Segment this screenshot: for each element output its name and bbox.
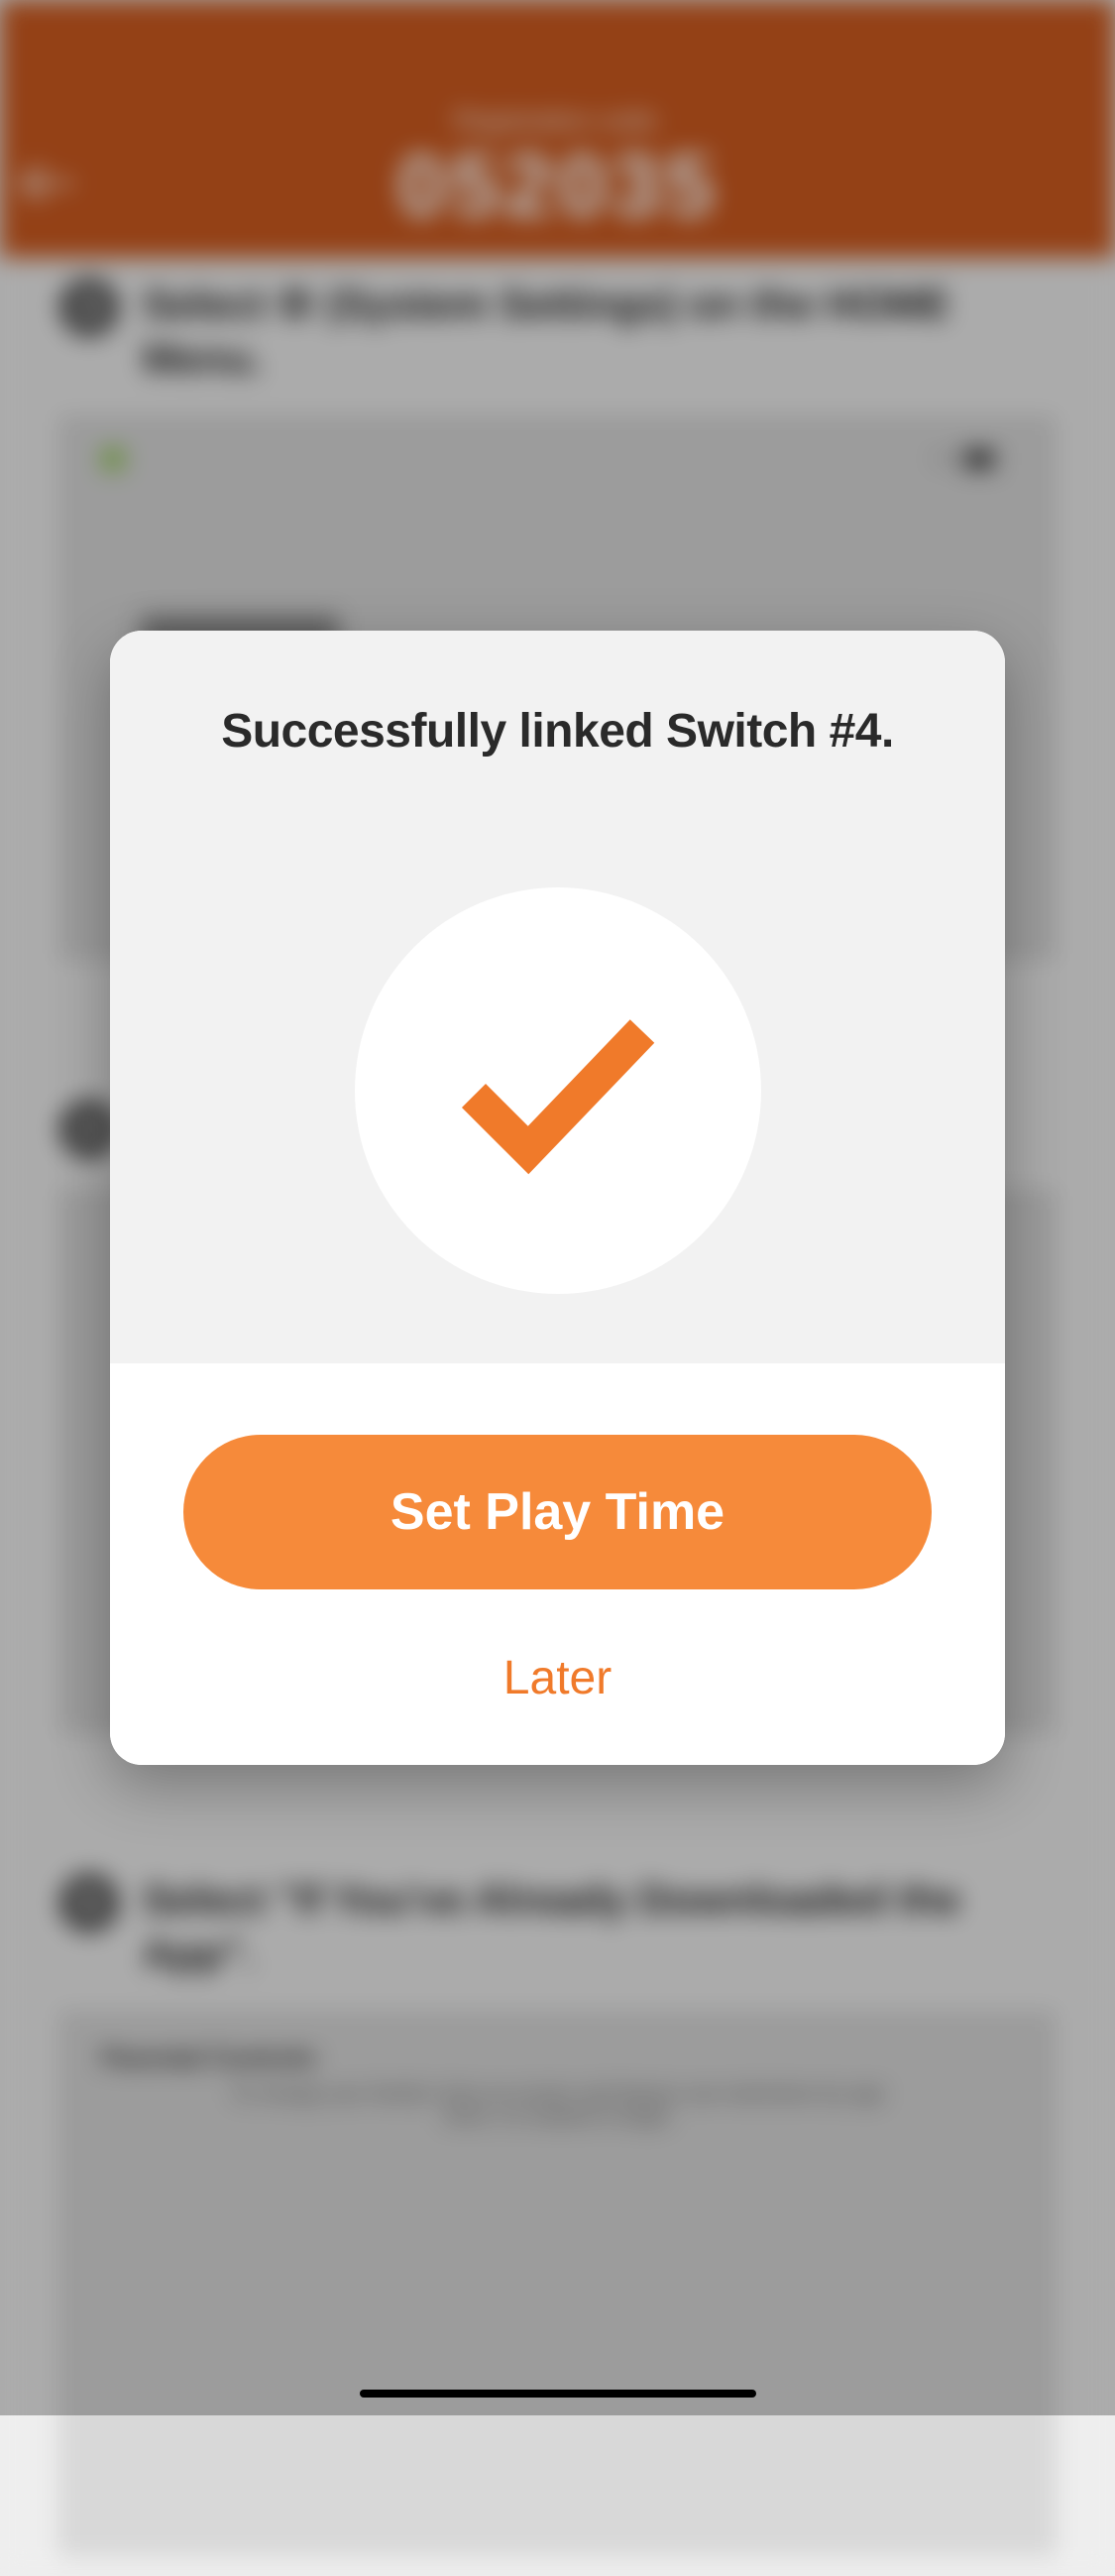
home-indicator: [360, 2390, 756, 2398]
modal-header-area: Successfully linked Switch #4.: [110, 631, 1005, 1363]
secondary-button-label: Later: [503, 1652, 612, 1704]
modal-title: Successfully linked Switch #4.: [160, 704, 955, 759]
success-modal: Successfully linked Switch #4. Set Play …: [110, 631, 1005, 1765]
set-play-time-button[interactable]: Set Play Time: [183, 1435, 932, 1589]
later-button[interactable]: Later: [183, 1651, 932, 1705]
success-check-circle: [355, 887, 761, 1294]
modal-button-area: Set Play Time Later: [110, 1363, 1005, 1765]
primary-button-label: Set Play Time: [390, 1482, 725, 1542]
check-icon: [454, 1006, 662, 1175]
